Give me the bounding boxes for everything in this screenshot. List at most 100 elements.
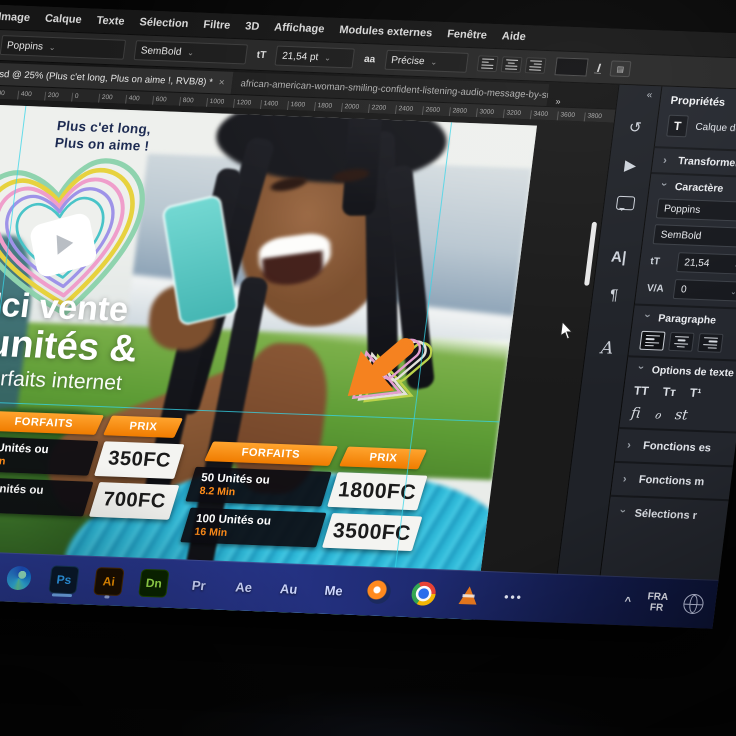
stylistic-ligatures-button[interactable]: st bbox=[674, 407, 689, 423]
ornaments-button[interactable]: ℴ bbox=[653, 406, 661, 422]
glyphs-panel-icon[interactable]: A bbox=[590, 333, 624, 364]
dimension-icon[interactable]: Dn bbox=[137, 566, 171, 601]
edge-icon[interactable] bbox=[2, 561, 36, 596]
menu-item[interactable]: Modules externes bbox=[339, 24, 433, 40]
toggle-panels-icon[interactable]: ▤ bbox=[609, 60, 631, 77]
more-apps-icon[interactable]: ••• bbox=[496, 580, 530, 615]
comments-icon[interactable] bbox=[609, 188, 643, 219]
text-color-swatch[interactable] bbox=[554, 57, 588, 76]
font-style-select[interactable]: SemBold ⌄ bbox=[134, 40, 248, 64]
font-size-icon: tT bbox=[256, 49, 267, 60]
character-section[interactable]: › Caractère Poppins⌄ SemBold⌄ tT 21,54⌄ … bbox=[635, 172, 736, 308]
system-tray: ^ FRA FR bbox=[623, 590, 707, 615]
after-effects-icon[interactable]: Ae bbox=[227, 569, 261, 604]
menu-item[interactable]: Image bbox=[0, 11, 31, 24]
document-area: vely.psd @ 25% (Plus c'et long, Plus on … bbox=[0, 60, 618, 625]
chevron-down-icon: › bbox=[634, 366, 647, 374]
chevron-down-icon: ⌄ bbox=[187, 48, 195, 57]
collapse-panels-icon[interactable]: « bbox=[646, 90, 653, 101]
artboard-document[interactable]: Plus c'et long, Plus on aime ! Ici vente… bbox=[0, 105, 537, 625]
mouse-cursor bbox=[558, 321, 577, 342]
anti-alias-select[interactable]: Précise ⌄ bbox=[384, 50, 468, 73]
paragraph-panel-icon[interactable]: ¶ bbox=[597, 279, 631, 310]
language-indicator[interactable]: FRA FR bbox=[646, 591, 669, 614]
pricing-table-left[interactable]: FORFAITS PRIX 10 Unités ou 1 Min 350FC bbox=[0, 410, 185, 520]
font-size-select[interactable]: 21,54 pt ⌄ bbox=[275, 46, 355, 69]
bezel-reflection bbox=[120, 666, 676, 736]
functions-section-2[interactable]: › Fonctions m bbox=[611, 461, 733, 499]
font-size-icon: tT bbox=[650, 256, 671, 268]
table-row: 50 Unités ou 8.2 Min 1800FC bbox=[188, 467, 424, 511]
pricing-table-right[interactable]: FORFAITS PRIX 50 Unités ou 8.2 Min 1800F… bbox=[183, 441, 428, 551]
panel-font-family-select[interactable]: Poppins⌄ bbox=[656, 198, 736, 222]
anti-alias-value: Précise bbox=[391, 55, 426, 67]
menu-item[interactable]: Filtre bbox=[203, 19, 231, 32]
units-label: 20 Unités ou bbox=[0, 482, 80, 499]
actions-icon[interactable]: ▶ bbox=[614, 150, 648, 181]
tray-chevron-icon[interactable]: ^ bbox=[624, 595, 632, 607]
panel-align-center-button[interactable] bbox=[668, 332, 694, 352]
chevron-right-icon: › bbox=[662, 155, 672, 167]
blender-icon[interactable] bbox=[362, 574, 396, 609]
chevron-down-icon: ⌄ bbox=[324, 53, 332, 62]
type-options-section[interactable]: › Options de texte TT Tᴛ T¹ fi ℴ st bbox=[619, 355, 736, 431]
canvas-pasteboard[interactable]: Plus c'et long, Plus on aime ! Ici vente… bbox=[0, 98, 614, 625]
chevron-down-icon: › bbox=[616, 509, 629, 517]
tagline-line2: Plus on aime ! bbox=[54, 134, 150, 155]
photoshop-icon[interactable]: Ps bbox=[47, 562, 81, 597]
small-caps-button[interactable]: Tᴛ bbox=[662, 385, 677, 399]
premiere-icon[interactable]: Pr bbox=[182, 567, 216, 602]
warp-text-icon[interactable]: I̲ bbox=[596, 61, 601, 75]
tab-title: vely.psd @ 25% (Plus c'et long, Plus on … bbox=[0, 68, 213, 88]
all-caps-button[interactable]: TT bbox=[633, 384, 649, 399]
align-left-button[interactable] bbox=[476, 55, 498, 72]
ligatures-button[interactable]: fi bbox=[630, 405, 641, 421]
table-row: 20 Unités ou 3 Min 700FC bbox=[0, 477, 176, 520]
close-icon[interactable]: × bbox=[218, 77, 225, 88]
chevron-down-icon: ⌄ bbox=[430, 57, 438, 66]
table-header-prix: PRIX bbox=[103, 416, 183, 438]
align-center-button[interactable] bbox=[500, 56, 522, 73]
menu-item[interactable]: 3D bbox=[244, 20, 260, 32]
align-right-button[interactable] bbox=[524, 57, 546, 74]
menu-item[interactable]: Fenêtre bbox=[446, 28, 487, 41]
panel-align-right-button[interactable] bbox=[697, 333, 723, 353]
audition-icon[interactable]: Au bbox=[272, 571, 306, 606]
tracking-icon: V/A bbox=[646, 282, 667, 294]
tab-overflow-chevron-icon[interactable]: » bbox=[551, 96, 565, 106]
chevron-right-icon: › bbox=[626, 439, 636, 451]
menu-item[interactable]: Sélection bbox=[139, 16, 189, 30]
layer-type-row: T Calque de texte bbox=[655, 112, 736, 150]
character-panel-icon[interactable]: A| bbox=[602, 241, 636, 272]
media-encoder-icon[interactable]: Me bbox=[317, 573, 351, 608]
selections-section[interactable]: › Sélections r bbox=[607, 495, 729, 533]
font-family-select[interactable]: Poppins ⌄ bbox=[0, 35, 126, 60]
menu-item[interactable]: Calque bbox=[44, 13, 82, 26]
panel-tracking-input[interactable]: 0⌄ bbox=[673, 279, 736, 302]
heading-line1: Ici vente bbox=[0, 287, 144, 329]
chevron-down-icon: ⌄ bbox=[48, 42, 56, 51]
illustrator-icon[interactable]: Ai bbox=[92, 564, 126, 599]
tagline-text[interactable]: Plus c'et long, Plus on aime ! bbox=[54, 117, 153, 154]
table-row: 10 Unités ou 1 Min 350FC bbox=[0, 436, 181, 479]
table-header-forfaits: FORFAITS bbox=[0, 411, 104, 435]
table-header-forfaits: FORFAITS bbox=[204, 441, 338, 465]
panel-align-left-button[interactable] bbox=[639, 331, 665, 351]
paragraph-section[interactable]: › Paragraphe bbox=[628, 304, 736, 360]
menu-item[interactable]: Texte bbox=[96, 15, 125, 28]
menu-item[interactable]: Affichage bbox=[274, 21, 326, 35]
menu-item[interactable]: Aide bbox=[501, 30, 526, 43]
history-icon[interactable]: ↺ bbox=[618, 112, 652, 143]
monitor-screen: n ImageCalqueTexteSélectionFiltre3DAffic… bbox=[0, 4, 736, 629]
vlc-icon[interactable] bbox=[451, 578, 485, 613]
panel-font-size-input[interactable]: 21,54⌄ bbox=[676, 252, 736, 275]
font-family-value: Poppins bbox=[6, 40, 43, 52]
price-value: 350FC bbox=[107, 447, 172, 472]
functions-section-1[interactable]: › Fonctions es bbox=[615, 427, 736, 465]
chrome-icon[interactable] bbox=[407, 576, 441, 611]
panel-font-style-select[interactable]: SemBold⌄ bbox=[653, 224, 736, 248]
heading-line3: forfaits internet bbox=[0, 365, 134, 399]
globe-icon[interactable] bbox=[682, 594, 705, 615]
heading-text[interactable]: Ici vente unités & forfaits internet bbox=[0, 287, 144, 398]
superscript-button[interactable]: T¹ bbox=[689, 386, 702, 400]
